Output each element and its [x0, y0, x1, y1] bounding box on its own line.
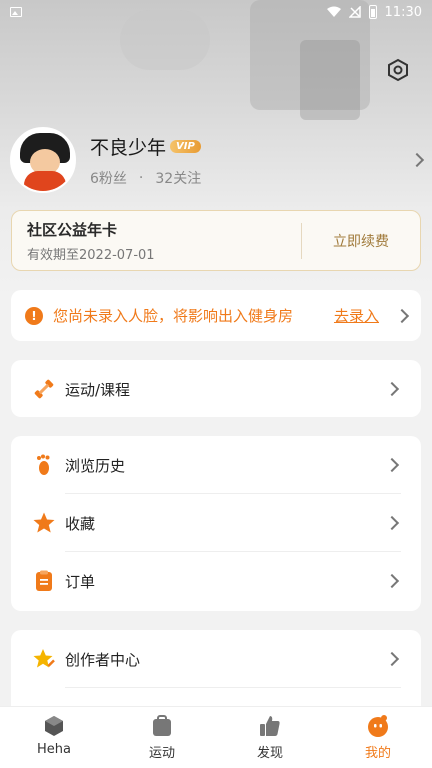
- menu-label: 收藏: [65, 514, 96, 533]
- menu-label: 订单: [65, 572, 96, 591]
- menu-label: 创作者中心: [65, 650, 141, 669]
- hexagon-gear-icon: [388, 58, 408, 82]
- chevron-right-icon: [394, 308, 410, 323]
- star-icon: [31, 510, 57, 536]
- image-icon: [10, 7, 22, 17]
- membership-card: 社区公益年卡 有效期至2022-07-01 立即续费: [11, 210, 421, 271]
- chevron-right-icon: [384, 381, 400, 397]
- status-time: 11:30: [384, 4, 422, 20]
- tab-discover[interactable]: 发现: [216, 707, 324, 768]
- status-bar: 11:30: [0, 0, 432, 24]
- no-signal-icon: [348, 6, 361, 18]
- menu-item-orders[interactable]: 订单: [11, 552, 421, 610]
- face-notice[interactable]: ! 您尚未录入人脸，将影响出入健身房 去录入: [11, 290, 421, 341]
- chevron-right-icon: [384, 457, 400, 473]
- cube-icon: [42, 714, 66, 738]
- menu-item-history[interactable]: 浏览历史: [11, 436, 421, 494]
- battery-icon: [368, 5, 377, 19]
- chevron-right-icon: [384, 573, 400, 589]
- tab-label: 发现: [256, 746, 283, 761]
- avatar[interactable]: [10, 127, 76, 193]
- tab-label: Heha: [37, 742, 71, 757]
- tab-mine[interactable]: 我的: [324, 707, 432, 768]
- tab-label: 运动: [148, 746, 175, 761]
- tab-sport[interactable]: 运动: [108, 707, 216, 768]
- chevron-right-icon: [384, 515, 400, 531]
- chevron-right-icon: [409, 152, 425, 168]
- smiley-icon: [366, 714, 390, 738]
- warning-icon: !: [25, 306, 43, 325]
- stats-separator: ·: [138, 169, 144, 186]
- bag-icon: [150, 714, 174, 738]
- vip-badge: VIP: [170, 139, 201, 153]
- background-photo-shape: [300, 40, 360, 120]
- notice-text: 您尚未录入人脸，将影响出入健身房: [53, 307, 294, 325]
- activity-card: 浏览历史 收藏 订单: [11, 436, 421, 611]
- wifi-icon: [326, 6, 341, 17]
- following-count[interactable]: 32关注: [155, 168, 201, 188]
- membership-title: 社区公益年卡: [27, 220, 118, 239]
- menu-label: 浏览历史: [65, 456, 126, 475]
- renew-button[interactable]: 立即续费: [302, 231, 420, 251]
- user-name: 不良少年: [90, 136, 167, 159]
- sport-card: 运动/课程: [11, 360, 421, 417]
- bottom-tab-bar: Heha 运动 发现 我的: [0, 706, 432, 768]
- menu-item-creator-center[interactable]: 创作者中心: [11, 630, 421, 688]
- menu-label: 运动/课程: [65, 380, 131, 399]
- fans-count[interactable]: 6粉丝: [90, 168, 127, 188]
- menu-item-sport-course[interactable]: 运动/课程: [11, 360, 421, 418]
- thumbs-up-icon: [258, 714, 282, 738]
- enroll-face-link[interactable]: 去录入: [334, 305, 379, 326]
- membership-expiry: 有效期至2022-07-01: [27, 247, 155, 263]
- profile-row[interactable]: 不良少年 VIP 6粉丝 · 32关注: [10, 125, 425, 195]
- star-pencil-icon: [31, 646, 57, 672]
- chevron-right-icon: [384, 651, 400, 667]
- clipboard-icon: [31, 568, 57, 594]
- settings-button[interactable]: [384, 56, 412, 84]
- dumbbell-icon: [31, 376, 57, 402]
- footprint-icon: [31, 452, 57, 478]
- tab-heha[interactable]: Heha: [0, 707, 108, 768]
- tab-label: 我的: [364, 746, 391, 761]
- menu-item-favorites[interactable]: 收藏: [11, 494, 421, 552]
